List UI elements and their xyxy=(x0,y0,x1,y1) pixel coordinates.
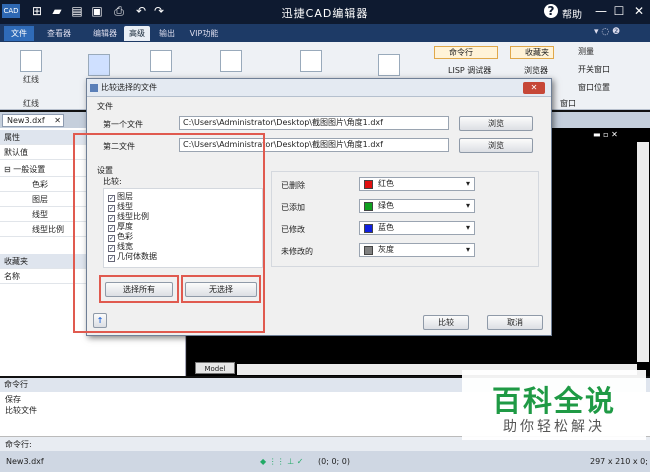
added-label: 已添加 xyxy=(281,203,305,212)
color-value: 灰度 xyxy=(378,245,394,254)
annotation-box-select-all xyxy=(99,275,179,303)
color-swatch xyxy=(364,224,373,233)
maximize-icon[interactable]: ☐ xyxy=(612,4,626,18)
added-color-select[interactable]: 绿色 ▾ xyxy=(359,199,475,213)
dropdown-arrow-icon[interactable]: ▾ xyxy=(466,244,470,256)
browse-first-button[interactable]: 浏览 xyxy=(459,116,533,131)
window-group-label: 窗口 xyxy=(560,99,576,108)
tab-editor[interactable]: 编辑器 xyxy=(86,26,124,41)
canvas-window-controls-icon[interactable]: ▬ ▫ ✕ xyxy=(593,130,618,139)
close-icon[interactable]: ✕ xyxy=(632,4,646,18)
dialog-title: 比较选择的文件 xyxy=(87,79,551,97)
files-section-label: 文件 xyxy=(97,102,113,111)
status-coords: (0; 0; 0) xyxy=(318,457,350,466)
dropdown-arrow-icon[interactable]: ▾ xyxy=(466,222,470,234)
tab-output[interactable]: 输出 xyxy=(154,26,180,41)
status-bar: New3.dxf ◆ ⋮⋮ ⊥ ✓ (0; 0; 0) 297 x 210 x … xyxy=(0,451,650,472)
tab-viewer[interactable]: 查看器 xyxy=(40,26,78,41)
status-size: 297 x 210 x 0; xyxy=(590,457,648,466)
color-value: 绿色 xyxy=(378,201,394,210)
chart-icon[interactable] xyxy=(88,54,110,76)
ribbon-tab-bar: 文件 查看器 编辑器 高级 输出 VIP功能 ▾ ◌ ❷ xyxy=(0,24,650,42)
redline-button-label[interactable]: 红线 xyxy=(16,74,46,85)
first-file-label: 第一个文件 xyxy=(103,120,143,129)
command-prompt: 命令行: xyxy=(5,440,32,449)
tab-file[interactable]: 文件 xyxy=(4,26,34,41)
dropdown-arrow-icon[interactable]: ▾ xyxy=(466,178,470,190)
toggle-window-button[interactable]: 开关窗口 xyxy=(566,64,610,75)
redline-group-label: 红线 xyxy=(23,99,39,108)
watermark-main: 百科全说 xyxy=(491,384,616,418)
color-value: 红色 xyxy=(378,179,394,188)
window-position-button[interactable]: 窗口位置 xyxy=(566,82,610,93)
general-settings-label: 一般设置 xyxy=(13,165,46,174)
deleted-label: 已删除 xyxy=(281,181,305,190)
browser-button[interactable]: 浏览器 xyxy=(510,64,554,77)
snap-tools-icon[interactable]: ◆ ⋮⋮ ⊥ ✓ xyxy=(260,451,303,472)
ribbon-options-icon[interactable]: ▾ ◌ ❷ xyxy=(594,27,620,37)
watermark-sub: 助你轻松解决 xyxy=(503,419,605,435)
unmodified-color-select[interactable]: 灰度 ▾ xyxy=(359,243,475,257)
color-swatch xyxy=(364,246,373,255)
dialog-icon xyxy=(90,84,98,92)
compare-files-dialog: 比较选择的文件 ✕ 文件 第一个文件 C:\Users\Administrato… xyxy=(73,78,552,336)
title-bar: CAD ⊞ ▰ ▤ ▣ ⎙ ↶ ↷ 迅捷CAD编辑器 ? 帮助 — ☐ ✕ xyxy=(0,0,650,24)
calculator-icon[interactable] xyxy=(150,50,172,72)
annotation-box-settings xyxy=(73,133,265,333)
status-file: New3.dxf xyxy=(6,457,44,466)
doc-tab-label: New3.dxf xyxy=(7,116,45,125)
grid-icon[interactable] xyxy=(300,50,322,72)
unmodified-label: 未修改的 xyxy=(281,247,313,256)
tab-vip[interactable]: VIP功能 xyxy=(184,26,224,41)
compare-icon[interactable] xyxy=(220,50,242,72)
deleted-color-select[interactable]: 红色 ▾ xyxy=(359,177,475,191)
tab-advanced[interactable]: 高级 xyxy=(124,26,150,41)
model-tab[interactable]: Model xyxy=(195,362,235,374)
dropdown-arrow-icon[interactable]: ▾ xyxy=(466,200,470,212)
color-swatch xyxy=(364,202,373,211)
vertical-scrollbar[interactable] xyxy=(637,142,649,362)
color-value: 蓝色 xyxy=(378,223,394,232)
doc-tab-new3[interactable]: New3.dxf ✕ xyxy=(2,114,64,127)
modified-label: 已修改 xyxy=(281,225,305,234)
minimize-icon[interactable]: — xyxy=(594,4,608,18)
sheet-icon[interactable] xyxy=(378,54,400,76)
measure-button[interactable]: 测量 xyxy=(566,46,594,57)
watermark: 百科全说 助你轻松解决 xyxy=(462,370,646,440)
collapse-icon[interactable]: ⊟ xyxy=(4,165,13,174)
close-tab-icon[interactable]: ✕ xyxy=(54,115,61,126)
favorites-button[interactable]: 收藏夹 xyxy=(510,46,554,59)
redline-icon[interactable] xyxy=(20,50,42,72)
help-label[interactable]: 帮助 xyxy=(562,6,582,21)
compare-button[interactable]: 比较 xyxy=(423,315,469,330)
first-file-field[interactable]: C:\Users\Administrator\Desktop\截图图片\角度1.… xyxy=(179,116,449,130)
browse-second-button[interactable]: 浏览 xyxy=(459,138,533,153)
color-swatch xyxy=(364,180,373,189)
dialog-close-button[interactable]: ✕ xyxy=(523,82,545,94)
command-line-button[interactable]: 命令行 xyxy=(434,46,498,59)
modified-color-select[interactable]: 蓝色 ▾ xyxy=(359,221,475,235)
annotation-box-select-none xyxy=(181,275,261,303)
lisp-debugger-button[interactable]: LISP 调试器 xyxy=(434,64,498,77)
cancel-button[interactable]: 取消 xyxy=(487,315,543,330)
help-icon[interactable]: ? xyxy=(544,4,558,18)
